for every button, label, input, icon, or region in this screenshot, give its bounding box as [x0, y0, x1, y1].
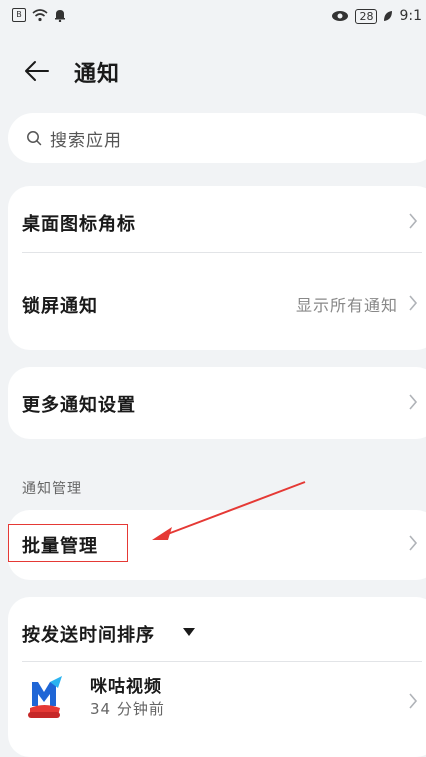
- back-arrow-icon[interactable]: [22, 56, 52, 86]
- notification-options-card: 桌面图标角标 锁屏通知 显示所有通知: [8, 186, 426, 350]
- page-title: 通知: [74, 62, 121, 87]
- badge-label: 桌面图标角标: [22, 214, 136, 235]
- notification-b-icon: B: [12, 8, 26, 22]
- leaf-icon: [384, 11, 393, 21]
- migu-video-app-icon: [28, 676, 62, 718]
- badge-row[interactable]: 桌面图标角标: [8, 190, 426, 254]
- bell-icon: [55, 10, 65, 22]
- app-list-card: 按发送时间排序 咪咕视频 34 分钟前: [8, 597, 426, 757]
- search-placeholder: 搜索应用: [50, 131, 122, 151]
- status-right: 28 9:1: [331, 8, 422, 24]
- status-time: 9:1: [399, 8, 422, 24]
- chevron-right-icon: [409, 394, 418, 410]
- section-title: 通知管理: [22, 481, 82, 497]
- chevron-right-icon: [409, 295, 418, 311]
- app-list-item[interactable]: 咪咕视频 34 分钟前: [8, 664, 426, 734]
- lockscreen-row[interactable]: 锁屏通知 显示所有通知: [8, 272, 426, 336]
- more-settings-card: 更多通知设置: [8, 367, 426, 439]
- sort-label: 按发送时间排序: [22, 625, 155, 646]
- divider: [22, 252, 422, 253]
- chevron-right-icon: [409, 535, 418, 551]
- wifi-icon: [32, 9, 48, 22]
- annotation-highlight-box: [8, 524, 128, 562]
- lockscreen-label: 锁屏通知: [22, 296, 98, 317]
- divider: [22, 661, 422, 662]
- header: 通知: [0, 44, 426, 100]
- search-input[interactable]: 搜索应用: [8, 113, 426, 163]
- lockscreen-value: 显示所有通知: [295, 296, 398, 315]
- dropdown-triangle-icon[interactable]: [182, 627, 196, 637]
- more-settings-label: 更多通知设置: [22, 395, 136, 416]
- search-icon: [27, 131, 42, 146]
- sort-row[interactable]: 按发送时间排序: [8, 597, 426, 663]
- chevron-right-icon: [409, 213, 418, 229]
- eye-icon: [332, 11, 349, 21]
- chevron-right-icon: [409, 693, 418, 709]
- app-name: 咪咕视频: [90, 677, 162, 697]
- more-settings-row[interactable]: 更多通知设置: [8, 371, 426, 435]
- status-left: B: [12, 8, 66, 22]
- app-time: 34 分钟前: [90, 700, 165, 718]
- battery-indicator: 28: [355, 8, 378, 24]
- status-bar: B 28 9:1: [0, 0, 426, 34]
